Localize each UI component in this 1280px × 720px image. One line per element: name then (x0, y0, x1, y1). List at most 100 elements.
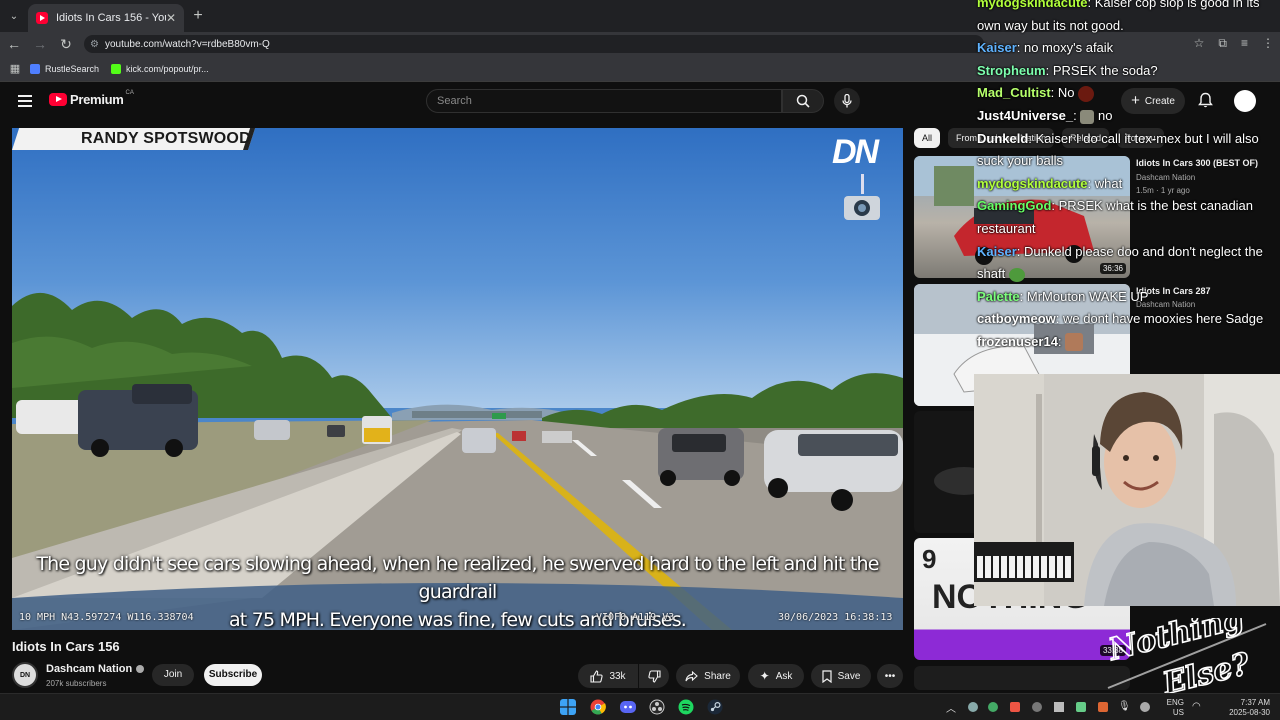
brave-tray-icon[interactable] (1010, 702, 1020, 712)
streamer-webcam (974, 374, 1280, 606)
bookmark-kick[interactable]: kick.com/popout/pr... (111, 63, 209, 74)
chat-message: mydogskindacute: what (977, 175, 1123, 191)
video-player[interactable]: RANDY SPOTSWOOD DN The guy didn't see ca… (12, 128, 903, 630)
tray-app-icon[interactable] (968, 702, 978, 712)
emote-icon (1078, 85, 1095, 102)
more-actions-button[interactable]: ••• (877, 664, 903, 688)
windows-start-icon[interactable] (560, 699, 576, 715)
thumbs-down-icon (647, 669, 661, 683)
chat-message: Kaiser: Dunkeld please doo and don't neg… (977, 243, 1263, 282)
chat-username: Stropheum (977, 62, 1046, 78)
share-icon (685, 670, 698, 681)
language-indicator[interactable]: ENG US (1160, 694, 1184, 720)
address-url: youtube.com/watch?v=rdbeB80vm-Q (104, 38, 270, 50)
chat-username: Kaiser (977, 243, 1017, 259)
subtitle-line: The guy didn't see cars slowing ahead, w… (36, 553, 879, 603)
tab-title: Idiots In Cars 156 - YouTube (56, 12, 166, 24)
chat-username: mydogskindacute (977, 0, 1088, 10)
apps-grid-icon[interactable]: ▦ (0, 62, 30, 75)
chat-username: Palette (977, 288, 1020, 304)
rec-thumbnail[interactable] (914, 666, 1130, 690)
save-button[interactable]: Save (811, 664, 871, 688)
chat-text: No (1057, 85, 1075, 101)
clock[interactable]: 7:37 AM 2025-08-30 (1214, 694, 1270, 720)
nothing-else-logo: Nothing Else? (1104, 618, 1267, 694)
browser-tab[interactable]: Idiots In Cars 156 - YouTube ✕ (28, 4, 184, 32)
country-code: CA (125, 89, 134, 96)
chat-username: Dunkeld (977, 130, 1029, 146)
chat-message: Kaiser: no moxy's afaik (977, 40, 1114, 56)
wifi-icon[interactable]: ◠ (1192, 701, 1201, 712)
dislike-button[interactable] (639, 664, 669, 688)
windows-taskbar: ︿ 🎙 ENG US ◠ 7:37 AM 2025-08-30 (0, 693, 1280, 720)
sparkle-icon: ✦ (759, 669, 770, 683)
face-emote-icon (1065, 333, 1084, 352)
chat-username: GamingGod (977, 198, 1052, 214)
close-tab-icon[interactable]: ✕ (166, 11, 176, 25)
chat-username: Kaiser (977, 40, 1017, 56)
chat-message: Stropheum: PRSEK the soda? (977, 62, 1158, 78)
youtube-logo[interactable]: Premium CA (49, 89, 134, 107)
share-button[interactable]: Share (676, 664, 740, 688)
chat-text: no (1097, 107, 1113, 123)
search-icon (796, 94, 810, 108)
address-bar[interactable]: ⚙ youtube.com/watch?v=rdbeB80vm-Q (84, 35, 984, 53)
frog-emote-icon (1008, 267, 1025, 282)
thumbs-up-icon (590, 669, 604, 683)
tray-overflow-icon[interactable]: ︿ (946, 700, 956, 715)
bookmark-rustlesearch[interactable]: RustleSearch (30, 63, 100, 74)
youtube-play-icon (49, 93, 67, 106)
more-horizontal-icon: ••• (884, 670, 896, 682)
tray-app-icon[interactable] (1032, 702, 1042, 712)
forward-icon[interactable]: → (28, 36, 52, 52)
chat-message: catboymeow: we dont have mooxies here Sa… (977, 311, 1264, 327)
subscribe-button[interactable]: Subscribe (204, 664, 262, 686)
chat-message: Dunkeld: Kaiser I do call it tex-mex but… (977, 130, 1259, 169)
share-label: Share (704, 670, 731, 682)
chat-message: Palette: MrMouton WAKE UP (977, 288, 1149, 304)
chat-username: catboymeow (977, 311, 1056, 327)
microphone-icon (842, 94, 852, 108)
tray-app-icon[interactable] (1098, 702, 1108, 712)
ask-button[interactable]: ✦ Ask (748, 664, 804, 688)
rustlesearch-icon (30, 63, 40, 74)
obs-icon[interactable] (649, 699, 665, 715)
like-button[interactable]: 33k (578, 664, 638, 688)
tab-search-icon[interactable]: ⌄ (0, 0, 28, 32)
search-button[interactable] (782, 89, 824, 113)
clock-date: 2025-08-30 (1229, 707, 1270, 717)
channel-avatar[interactable]: DN (12, 662, 38, 688)
region-code: US (1172, 707, 1184, 717)
steam-icon[interactable] (707, 699, 723, 715)
microphone-tray-icon[interactable]: 🎙 (1118, 701, 1131, 712)
discord-icon[interactable] (620, 699, 636, 715)
reload-icon[interactable]: ↻ (54, 36, 78, 53)
guide-menu-icon[interactable] (18, 95, 32, 110)
chip-all[interactable]: All (914, 128, 941, 148)
chat-message: mydogskindacute: Kaiser cop slop is good… (977, 0, 1277, 37)
voice-search-button[interactable] (834, 88, 860, 114)
tray-app-icon[interactable] (1076, 702, 1086, 712)
chrome-icon[interactable] (590, 699, 606, 715)
emote-icon (1080, 109, 1095, 124)
search-input[interactable]: Search (426, 89, 782, 113)
join-button[interactable]: Join (152, 664, 194, 686)
kick-icon (111, 63, 122, 74)
timestamp-overlay: 30/06/2023 16:38:13 (778, 612, 893, 623)
bookmark-label: RustleSearch (45, 63, 100, 74)
new-tab-icon[interactable]: + (184, 7, 212, 25)
channel-name-row[interactable]: Dashcam Nation (46, 663, 145, 675)
clock-time: 7:37 AM (1240, 697, 1270, 707)
site-info-icon[interactable]: ⚙ (90, 39, 99, 50)
tray-app-icon[interactable] (1140, 702, 1150, 712)
channel-watermark: DN (832, 133, 879, 171)
chat-text: we dont have mooxies here Sadge (1062, 311, 1264, 327)
svg-text:Else?: Else? (1158, 646, 1253, 694)
video-title: Idiots In Cars 156 (12, 639, 120, 654)
mail-tray-icon[interactable] (1054, 702, 1064, 712)
back-icon[interactable]: ← (2, 36, 26, 52)
webcam-scene (974, 374, 1280, 606)
tray-app-icon[interactable] (988, 702, 998, 712)
svg-text:9: 9 (922, 544, 936, 574)
spotify-icon[interactable] (678, 699, 694, 715)
